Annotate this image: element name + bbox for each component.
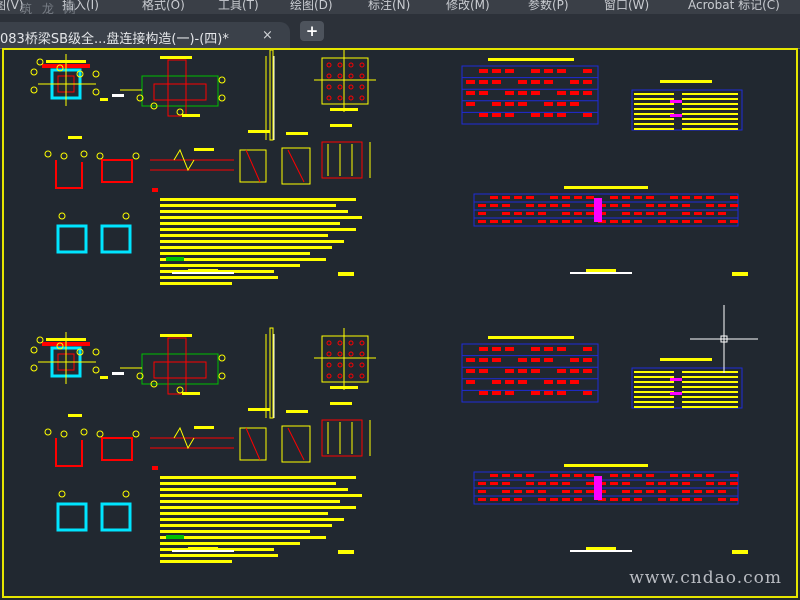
drawing-sheets (30, 50, 748, 563)
menu-window[interactable]: 窗口(W) (604, 0, 649, 13)
menu-format[interactable]: 格式(O) (142, 0, 185, 13)
watermark-bottom: www.cndao.com (629, 568, 782, 588)
menu-modify[interactable]: 修改(M) (446, 0, 490, 13)
tab-bar: 083桥梁SB级全...盘连接构造(一)-(四)* × (0, 14, 800, 49)
crosshair-cursor-icon (690, 305, 758, 373)
menu-acrobat[interactable]: Acrobat 标记(C) (688, 0, 780, 13)
document-tab-title: 083桥梁SB级全...盘连接构造(一)-(四)* (0, 32, 229, 47)
menu-bar: 图(V) 插入(I) 格式(O) 工具(T) 绘图(D) 标注(N) 修改(M)… (0, 0, 800, 14)
plus-icon[interactable]: + (300, 21, 324, 41)
document-tab[interactable]: 083桥梁SB级全...盘连接构造(一)-(四)* × (0, 22, 290, 48)
menu-draw[interactable]: 绘图(D) (290, 0, 333, 13)
close-icon[interactable]: × (262, 28, 273, 43)
drawing-sheet-1 (30, 50, 748, 285)
menu-tools[interactable]: 工具(T) (218, 0, 259, 13)
drawing-canvas[interactable]: www.cndao.com (2, 48, 798, 598)
menu-params[interactable]: 参数(P) (528, 0, 569, 13)
drawing-sheet-2 (30, 327, 748, 563)
cad-drawing (30, 50, 758, 563)
menu-dimension[interactable]: 标注(N) (368, 0, 410, 13)
